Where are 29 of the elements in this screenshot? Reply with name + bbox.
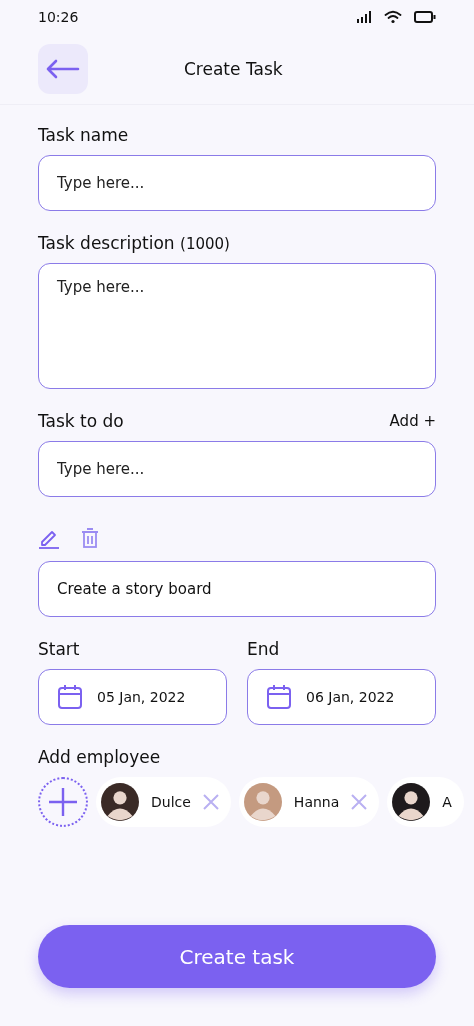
wifi-icon [384, 10, 402, 24]
task-to-do-field[interactable]: Type here... [38, 441, 436, 497]
employee-chip[interactable]: Hanna [238, 777, 380, 827]
calendar-icon [266, 684, 292, 710]
start-date-field[interactable]: 05 Jan, 2022 [38, 669, 227, 725]
page-title: Create Task [184, 59, 283, 79]
field-label: Task to do [38, 411, 124, 431]
add-link[interactable]: Add + [389, 412, 436, 430]
add-employee-button[interactable] [38, 777, 88, 827]
back-arrow-icon [45, 59, 81, 79]
create-task-button[interactable]: Create task [38, 925, 436, 988]
task-name-field[interactable]: Type here... [38, 155, 436, 211]
employee-chip[interactable]: Dulce [96, 777, 231, 827]
field-label: End [247, 639, 280, 659]
field-label: Task description (1000) [38, 233, 230, 253]
back-button[interactable] [38, 44, 88, 94]
field-label: Start [38, 639, 80, 659]
plus-icon [48, 787, 78, 817]
todo-item[interactable]: Create a story board [38, 561, 436, 617]
battery-icon [414, 11, 436, 23]
status-time: 10:26 [38, 9, 79, 25]
field-label: Task name [38, 125, 129, 145]
trash-icon[interactable] [80, 527, 100, 549]
calendar-icon [57, 684, 83, 710]
task-description-field[interactable]: Type here... [38, 263, 436, 389]
signal-icon [356, 10, 372, 24]
field-label: Add employee [38, 747, 161, 767]
end-date-field[interactable]: 06 Jan, 2022 [247, 669, 436, 725]
employee-chip[interactable]: A [387, 777, 464, 827]
